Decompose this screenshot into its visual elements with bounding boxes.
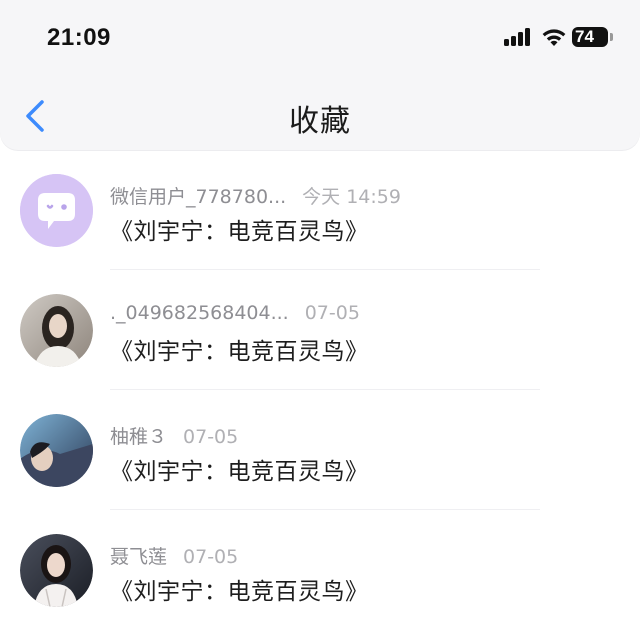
item-content: 《刘宇宁：电竞百灵鸟》	[110, 219, 369, 245]
avatar	[20, 294, 93, 367]
battery-nub	[610, 33, 613, 41]
avatar	[20, 534, 93, 607]
avatar	[20, 414, 93, 487]
list-item[interactable]: ._049682568404... 07-05 《刘宇宁：电竞百灵鸟》	[0, 270, 640, 390]
avatar	[20, 174, 93, 247]
battery-level: 74	[572, 27, 608, 47]
item-meta: ._049682568404... 07-05	[110, 302, 360, 328]
list-item[interactable]: 柚稚３ 07-05 《刘宇宁：电竞百灵鸟》	[0, 390, 640, 510]
item-meta: 聂飞莲 07-05	[110, 542, 238, 568]
wifi-icon	[542, 29, 566, 46]
sender-name: ._049682568404...	[110, 302, 289, 324]
list-item[interactable]: 微信用户_778780... 今天 14:59 《刘宇宁：电竞百灵鸟》	[0, 150, 640, 270]
page-title: 收藏	[289, 104, 351, 139]
item-date: 07-05	[183, 426, 239, 448]
item-date: 07-05	[183, 546, 239, 568]
top-bar: 21:09 74 收藏	[0, 0, 640, 150]
sender-name: 柚稚３	[110, 426, 168, 448]
list-item[interactable]: 聂飞莲 07-05 《刘宇宁：电竞百灵鸟》	[0, 510, 640, 630]
sender-name: 聂飞莲	[110, 546, 168, 568]
item-meta: 微信用户_778780... 今天 14:59	[110, 182, 401, 208]
item-content: 《刘宇宁：电竞百灵鸟》	[110, 339, 369, 365]
wechat-default-avatar-icon	[20, 174, 93, 247]
item-meta: 柚稚３ 07-05	[110, 422, 238, 448]
item-date: 07-05	[304, 302, 360, 324]
item-content: 《刘宇宁：电竞百灵鸟》	[110, 579, 369, 605]
photo-avatar-icon	[20, 534, 93, 607]
cellular-signal-icon	[504, 28, 532, 46]
status-time: 21:09	[47, 24, 111, 51]
photo-avatar-icon	[20, 414, 93, 487]
sender-name: 微信用户_778780...	[110, 186, 287, 208]
item-date: 今天 14:59	[302, 186, 401, 208]
item-content: 《刘宇宁：电竞百灵鸟》	[110, 459, 369, 485]
photo-avatar-icon	[20, 294, 93, 367]
